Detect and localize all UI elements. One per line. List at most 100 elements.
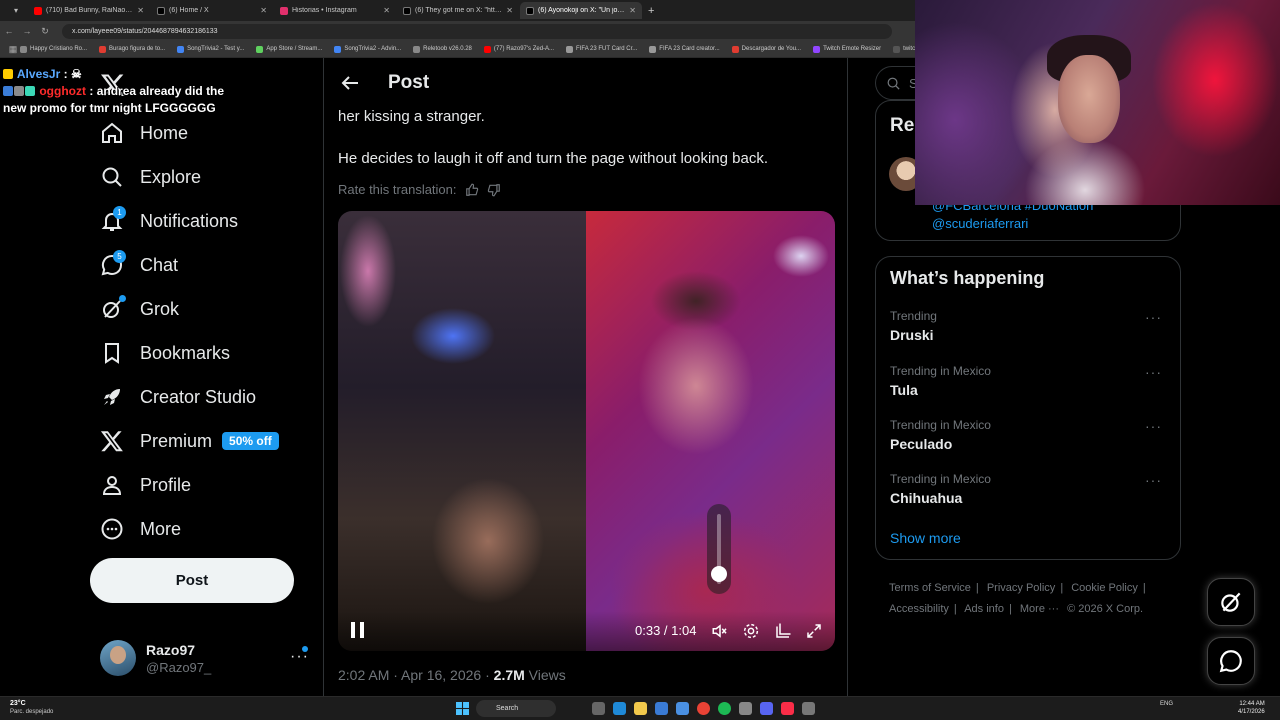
file-explorer-icon[interactable] bbox=[634, 702, 647, 715]
tab-title: (710) Bad Bunny, RaiNao - PER bbox=[46, 7, 133, 14]
webcam-overlay bbox=[915, 0, 1280, 205]
browser-tab[interactable]: (710) Bad Bunny, RaiNao - PER ✕ bbox=[28, 2, 150, 19]
close-tab-icon[interactable]: ✕ bbox=[506, 6, 513, 15]
browser-tab-active[interactable]: (6) Ayonokoji on X: "Un joven ✕ bbox=[520, 2, 642, 19]
post-button[interactable]: Post bbox=[90, 558, 294, 603]
sidebar-item-label: Grok bbox=[140, 298, 180, 319]
close-tab-icon[interactable]: ✕ bbox=[137, 6, 144, 15]
tab-search-icon[interactable]: ▾ bbox=[4, 6, 28, 15]
rocket-icon bbox=[104, 389, 120, 405]
chrome-icon[interactable] bbox=[697, 702, 710, 715]
address-bar[interactable]: x.com/layeee09/status/204468789463218613… bbox=[62, 23, 892, 39]
sidebar-item-explore[interactable]: Explore bbox=[100, 162, 201, 192]
music-icon[interactable] bbox=[781, 702, 794, 715]
sidebar-item-profile[interactable]: Profile bbox=[100, 470, 191, 500]
back-arrow-icon[interactable]: ← bbox=[0, 26, 18, 36]
bio-link[interactable]: @scuderiaferrari bbox=[932, 215, 1093, 233]
bookmark-item[interactable]: FIFA 23 Card creator... bbox=[649, 45, 720, 53]
store-icon[interactable] bbox=[655, 702, 668, 715]
spotify-icon[interactable] bbox=[718, 702, 731, 715]
footer-link[interactable]: Privacy Policy bbox=[987, 582, 1055, 594]
pause-icon[interactable] bbox=[350, 621, 366, 639]
video-player[interactable]: 0:33 / 1:04 bbox=[338, 211, 835, 651]
sidebar-item-bookmarks[interactable]: Bookmarks bbox=[100, 338, 230, 368]
bookmark-item[interactable]: (77) Razo97's Zed-A... bbox=[483, 45, 554, 53]
task-view-icon[interactable] bbox=[592, 702, 605, 715]
close-tab-icon[interactable]: ✕ bbox=[383, 6, 390, 15]
browser-tab[interactable]: (6) They got me on X: "https://✕ bbox=[397, 2, 519, 19]
trend-item[interactable]: Trending in Mexico Chihuahua ··· bbox=[890, 472, 1168, 512]
show-more-link[interactable]: Show more bbox=[890, 530, 961, 546]
bookmark-item[interactable]: FIFA 23 FUT Card Cr... bbox=[566, 45, 638, 53]
apps-grid-icon[interactable]: ▦ bbox=[6, 44, 20, 55]
settings-gear-icon[interactable] bbox=[742, 622, 760, 640]
footer-link[interactable]: Cookie Policy bbox=[1071, 582, 1138, 594]
chat-text: andrea already did the new promo for tmr… bbox=[3, 84, 225, 115]
footer-links: Terms of Service | Privacy Policy | Cookie… bbox=[889, 578, 1169, 620]
back-arrow-icon[interactable] bbox=[338, 71, 362, 95]
sidebar-item-notifications[interactable]: 1 Notifications bbox=[100, 206, 238, 236]
sidebar-item-chat[interactable]: 5 Chat bbox=[100, 250, 178, 280]
picture-in-picture-icon[interactable] bbox=[774, 622, 792, 640]
more-dots-icon[interactable]: ··· bbox=[1145, 309, 1162, 325]
forward-arrow-icon[interactable]: → bbox=[18, 26, 36, 36]
sidebar-item-grok[interactable]: Grok bbox=[100, 294, 179, 324]
weather-widget[interactable]: 23°C Parc. despejado bbox=[10, 700, 53, 716]
bookmark-item[interactable]: App Store / Stream... bbox=[256, 45, 322, 53]
close-tab-icon[interactable]: ✕ bbox=[629, 6, 636, 15]
bookmark-item[interactable]: Reletoob v26.0.28 bbox=[413, 45, 472, 53]
messages-float-button[interactable] bbox=[1207, 637, 1255, 685]
new-tab-button[interactable]: + bbox=[648, 5, 654, 17]
chat-separator: : bbox=[89, 84, 94, 98]
bookmark-item[interactable]: SongTrivia2 - Test y... bbox=[177, 45, 244, 53]
app-icon[interactable] bbox=[739, 702, 752, 715]
trend-item[interactable]: Trending in Mexico Peculado ··· bbox=[890, 418, 1168, 458]
bookmark-label: FIFA 23 FUT Card Cr... bbox=[576, 46, 638, 52]
discord-icon[interactable] bbox=[760, 702, 773, 715]
system-tray-lang[interactable]: ENG bbox=[1160, 701, 1173, 707]
volume-knob[interactable] bbox=[711, 565, 727, 582]
bookmark-label: Reletoob v26.0.28 bbox=[423, 46, 472, 52]
bookmark-item[interactable]: Happy Cristiano Ro... bbox=[20, 45, 87, 53]
taskbar-search[interactable]: Search bbox=[476, 700, 556, 717]
mail-icon[interactable] bbox=[676, 702, 689, 715]
footer-link[interactable]: More ··· bbox=[1020, 603, 1059, 615]
search-input[interactable]: Se bbox=[875, 66, 915, 100]
thumbs-down-icon[interactable] bbox=[487, 183, 501, 197]
bookmark-item[interactable]: Twitch Emote Resizer bbox=[813, 45, 881, 53]
volume-slider[interactable] bbox=[707, 504, 731, 594]
fullscreen-icon[interactable] bbox=[805, 622, 823, 640]
post-text-line: her kissing a stranger. bbox=[338, 108, 485, 125]
more-dots-icon[interactable]: ··· bbox=[1145, 364, 1162, 380]
bookmark-item[interactable]: Burago figura de to... bbox=[99, 45, 166, 53]
reload-icon[interactable]: ↻ bbox=[36, 26, 54, 37]
more-dots-icon[interactable]: ··· bbox=[1145, 472, 1162, 488]
trend-item[interactable]: Trending in Mexico Tula ··· bbox=[890, 364, 1168, 404]
footer-link[interactable]: Accessibility bbox=[889, 603, 949, 615]
windows-start-icon[interactable] bbox=[456, 702, 469, 715]
sidebar-item-label: Creator Studio bbox=[140, 386, 257, 407]
browser-tab[interactable]: Historias • Instagram ✕ bbox=[274, 2, 396, 19]
account-switcher[interactable]: Razo97 @Razo97_ ··· bbox=[100, 638, 315, 678]
volume-icon[interactable] bbox=[711, 622, 729, 640]
sidebar-item-more[interactable]: More bbox=[100, 514, 181, 544]
sidebar-item-label: Explore bbox=[140, 166, 202, 187]
more-dots-icon[interactable]: ··· bbox=[1145, 418, 1162, 434]
edge-icon[interactable] bbox=[613, 702, 626, 715]
app-icon[interactable] bbox=[802, 702, 815, 715]
close-tab-icon[interactable]: ✕ bbox=[260, 6, 267, 15]
bookmark-label: Burago figura de to... bbox=[109, 46, 166, 52]
sidebar-item-creator-studio[interactable]: Creator Studio bbox=[100, 382, 256, 412]
bookmark-item[interactable]: SongTrivia2 - Advin... bbox=[334, 45, 401, 53]
browser-tab[interactable]: (6) Home / X ✕ bbox=[151, 2, 273, 19]
sidebar-item-premium[interactable]: Premium 50% off bbox=[100, 426, 279, 456]
trend-item[interactable]: Trending Druski ··· bbox=[890, 309, 1168, 349]
footer-link[interactable]: Terms of Service bbox=[889, 582, 971, 594]
thumbs-up-icon[interactable] bbox=[465, 183, 479, 197]
grok-float-button[interactable] bbox=[1207, 578, 1255, 626]
bookmark-item[interactable]: Descargador de You... bbox=[731, 45, 801, 53]
account-name: Razo97 bbox=[146, 641, 196, 658]
footer-link[interactable]: Ads info bbox=[964, 603, 1004, 615]
taskbar-clock[interactable]: 12:44 AM 4/17/2026 bbox=[1238, 700, 1265, 716]
sidebar-item-home[interactable]: Home bbox=[100, 118, 188, 148]
